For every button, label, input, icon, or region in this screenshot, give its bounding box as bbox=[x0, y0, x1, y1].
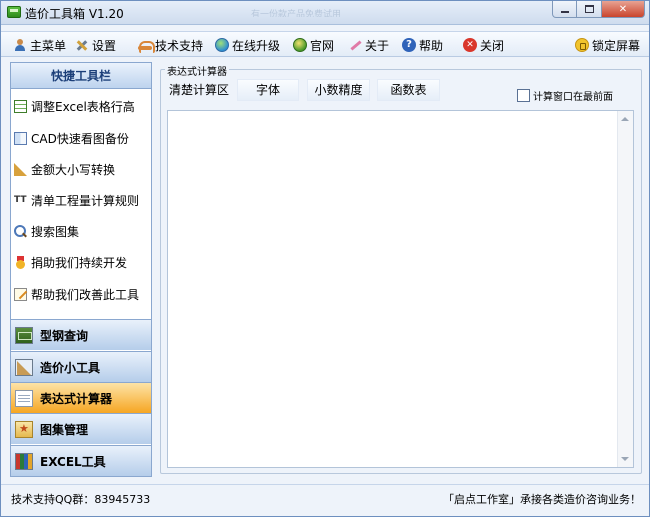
nav-section-label: 表达式计算器 bbox=[40, 391, 113, 406]
quick-item-label: 帮助我们改善此工具 bbox=[31, 287, 140, 302]
quick-item-excel-row-height[interactable]: 调整Excel表格行高 bbox=[14, 97, 150, 115]
quick-item-donate[interactable]: 捐助我们持续开发 bbox=[14, 253, 150, 271]
quick-item-cad-backup[interactable]: CAD快速看图备份 bbox=[14, 129, 150, 147]
status-bar: 技术支持QQ群：83945733 「启点工作室」承接各类造价咨询业务！ bbox=[1, 484, 649, 512]
website-button[interactable]: 官网 bbox=[293, 36, 334, 54]
nav-section-steel[interactable]: 型钢查询 bbox=[11, 319, 151, 350]
main-menu-button[interactable]: 主菜单 bbox=[13, 36, 66, 54]
function-table-button[interactable]: 函数表 bbox=[377, 79, 440, 101]
lock-screen-button[interactable]: 锁定屏幕 bbox=[575, 36, 640, 54]
minimize-button[interactable] bbox=[552, 1, 577, 18]
tech-support-label: 技术支持 bbox=[155, 38, 204, 53]
app-logo-icon bbox=[7, 6, 21, 18]
quick-item-label: 金额大小写转换 bbox=[31, 162, 116, 177]
album-icon bbox=[15, 420, 33, 438]
about-label: 关于 bbox=[365, 38, 390, 53]
vertical-scrollbar[interactable] bbox=[617, 111, 633, 467]
help-button[interactable]: ? 帮助 bbox=[402, 36, 443, 54]
always-on-top-option[interactable]: 计算窗口在最前面 bbox=[517, 87, 613, 103]
lock-screen-label: 锁定屏幕 bbox=[592, 38, 641, 53]
nav-section-expression-calculator[interactable]: 表达式计算器 bbox=[11, 382, 151, 413]
close-button[interactable]: ✕ 关闭 bbox=[463, 36, 504, 54]
ruler-icon bbox=[15, 358, 33, 376]
website-label: 官网 bbox=[310, 38, 335, 53]
always-on-top-checkbox[interactable] bbox=[517, 88, 530, 102]
quick-item-label: 捐助我们持续开发 bbox=[31, 255, 128, 270]
app-window: 造价工具箱 V1.20 有一份款产品免费试用 ✕ 主菜单 设置 技术支持 在线升… bbox=[0, 0, 650, 517]
note-icon bbox=[14, 287, 27, 301]
table-icon bbox=[14, 99, 27, 113]
tech-support-button[interactable]: 技术支持 bbox=[138, 36, 203, 54]
steel-icon bbox=[15, 326, 33, 344]
nav-section-label: EXCEL工具 bbox=[40, 454, 106, 469]
settings-label: 设置 bbox=[92, 38, 117, 53]
main-menu-label: 主菜单 bbox=[30, 38, 67, 53]
title-hint: 有一份款产品免费试用 bbox=[251, 10, 341, 17]
clear-calc-area-button[interactable]: 清楚计算区 bbox=[166, 79, 232, 101]
quick-item-label: 搜索图集 bbox=[31, 224, 80, 239]
tt-icon: TT bbox=[14, 194, 27, 205]
online-upgrade-label: 在线升级 bbox=[232, 38, 281, 53]
excel-icon bbox=[15, 452, 33, 470]
quick-item-label: 调整Excel表格行高 bbox=[31, 99, 135, 114]
close-window-button[interactable]: ✕ bbox=[602, 1, 645, 18]
tools-icon bbox=[75, 38, 89, 52]
nav-section-label: 型钢查询 bbox=[40, 328, 89, 343]
scroll-up-icon[interactable] bbox=[621, 117, 629, 121]
quick-item-label: CAD快速看图备份 bbox=[31, 131, 129, 146]
quick-tool-list: 调整Excel表格行高 CAD快速看图备份 金额大小写转换 TT 清单工程量计算… bbox=[11, 89, 151, 319]
minimize-icon bbox=[560, 11, 569, 13]
user-icon bbox=[13, 38, 27, 52]
window-controls: ✕ bbox=[552, 1, 645, 19]
cad-icon bbox=[14, 131, 27, 145]
close-label: 关闭 bbox=[480, 38, 505, 53]
quick-item-amount-convert[interactable]: 金额大小写转换 bbox=[14, 160, 150, 178]
quick-item-search-atlas[interactable]: 搜索图集 bbox=[14, 222, 150, 240]
studio-ad-text: 「启点工作室」承接各类造价咨询业务！ bbox=[443, 493, 641, 506]
close-circle-icon: ✕ bbox=[463, 38, 477, 52]
medal-icon bbox=[14, 255, 27, 269]
scroll-down-icon[interactable] bbox=[621, 457, 629, 461]
lock-icon bbox=[575, 38, 589, 52]
title-bar[interactable]: 造价工具箱 V1.20 有一份款产品免费试用 ✕ bbox=[1, 1, 649, 25]
close-icon: ✕ bbox=[618, 3, 628, 15]
font-button[interactable]: 字体 bbox=[237, 79, 299, 101]
expression-input-area[interactable] bbox=[167, 110, 634, 468]
nav-section-label: 图集管理 bbox=[40, 422, 89, 437]
always-on-top-label: 计算窗口在最前面 bbox=[533, 91, 613, 103]
quick-toolbar-header[interactable]: 快捷工具栏 bbox=[11, 63, 151, 89]
maximize-icon bbox=[584, 5, 594, 13]
window-title: 造价工具箱 V1.20 bbox=[25, 7, 124, 21]
globe-icon bbox=[215, 38, 229, 52]
left-panel: 快捷工具栏 调整Excel表格行高 CAD快速看图备份 金额大小写转换 TT 清… bbox=[10, 62, 152, 477]
nav-section-cost-tools[interactable]: 造价小工具 bbox=[11, 351, 151, 382]
decimal-precision-button[interactable]: 小数精度 bbox=[307, 79, 370, 101]
search-icon bbox=[14, 224, 27, 238]
headset-icon bbox=[138, 38, 155, 53]
nav-section-excel-tools[interactable]: EXCEL工具 bbox=[11, 445, 151, 476]
online-upgrade-button[interactable]: 在线升级 bbox=[215, 36, 280, 54]
pen-icon bbox=[348, 38, 362, 52]
help-label: 帮助 bbox=[419, 38, 444, 53]
maximize-button[interactable] bbox=[577, 1, 602, 18]
ruler-icon bbox=[14, 162, 27, 176]
calculator-group-title: 表达式计算器 bbox=[165, 63, 229, 78]
quick-item-quantity-rules[interactable]: TT 清单工程量计算规则 bbox=[14, 191, 150, 209]
quick-item-label: 清单工程量计算规则 bbox=[31, 193, 140, 208]
website-icon bbox=[293, 38, 307, 52]
main-toolbar: 主菜单 设置 技术支持 在线升级 官网 关于 ? 帮助 ✕ 关闭 锁定屏幕 bbox=[1, 31, 649, 57]
settings-button[interactable]: 设置 bbox=[75, 36, 116, 54]
calculator-icon bbox=[15, 389, 33, 407]
help-icon: ? bbox=[402, 38, 416, 52]
quick-item-feedback[interactable]: 帮助我们改善此工具 bbox=[14, 285, 150, 303]
nav-section-label: 造价小工具 bbox=[40, 360, 101, 375]
support-qq-text: 技术支持QQ群：83945733 bbox=[11, 493, 151, 506]
about-button[interactable]: 关于 bbox=[348, 36, 389, 54]
nav-section-atlas-manage[interactable]: 图集管理 bbox=[11, 413, 151, 444]
